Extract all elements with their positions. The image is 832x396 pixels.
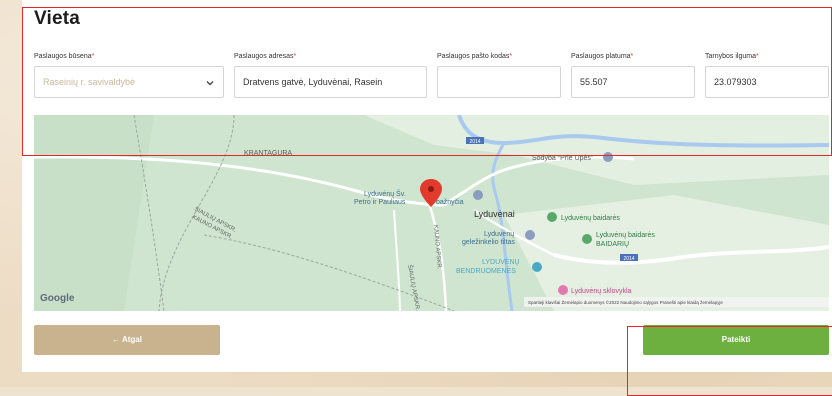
status-select[interactable]: Raseinių r. savivaldybė — [34, 66, 224, 98]
svg-text:Sodyba "Prie Upės": Sodyba "Prie Upės" — [532, 155, 594, 162]
svg-text:bažnyčia: bažnyčia — [436, 199, 464, 206]
svg-text:Lyduvėnų sklovykla: Lyduvėnų sklovykla — [571, 288, 632, 295]
map-footer-links: Spartieji klavišai Žemėlapio duomenys ©2… — [528, 298, 723, 305]
location-map[interactable]: 2014 2014 KRANTAGURA Lyduvėnų Šv. Petro … — [34, 115, 829, 311]
map-label-krantagura: KRANTAGURA — [244, 150, 292, 157]
svg-text:2014: 2014 — [469, 139, 480, 145]
postal-label: Paslaugos pašto kodas* — [437, 53, 513, 60]
address-label: Paslaugos adresas* — [234, 53, 297, 60]
postal-code-input[interactable] — [437, 66, 561, 98]
address-input[interactable]: Dratvens gatvė, Lyduvėnai, Rasein — [234, 66, 427, 98]
longitude-input[interactable]: 23.079303 — [705, 66, 829, 98]
address-input-value: Dratvens gatvė, Lyduvėnai, Rasein — [243, 77, 383, 87]
svg-text:Petro ir Pauliaus: Petro ir Pauliaus — [354, 199, 406, 206]
latitude-value: 55.507 — [580, 77, 608, 87]
longitude-value: 23.079303 — [714, 77, 757, 87]
status-label: Paslaugos būsena* — [34, 53, 95, 60]
submit-button[interactable]: Pateikti — [643, 325, 829, 355]
google-logo: Google — [40, 293, 75, 304]
longitude-label: Tarnybos ilguma* — [705, 53, 759, 60]
latitude-label: Paslaugos platuma* — [571, 53, 634, 60]
chevron-down-icon — [206, 81, 214, 86]
svg-text:BAIDARIŲ: BAIDARIŲ — [596, 241, 629, 248]
latitude-input[interactable]: 55.507 — [571, 66, 695, 98]
svg-text:Lyduvėnų baidarės: Lyduvėnų baidarės — [596, 232, 655, 239]
svg-text:Lyduvėnų: Lyduvėnų — [484, 231, 514, 238]
svg-text:2014: 2014 — [623, 256, 634, 262]
svg-text:BENDRUOMENĖS: BENDRUOMENĖS — [456, 266, 516, 275]
back-button[interactable]: ← Atgal — [34, 325, 220, 355]
svg-text:LYDUVĖNŲ: LYDUVĖNŲ — [482, 257, 520, 266]
svg-text:Lyduvėnų baidarės: Lyduvėnų baidarės — [561, 215, 620, 222]
svg-text:geležinkelio tiltas: geležinkelio tiltas — [462, 239, 515, 246]
map-label-church: Lyduvėnų Šv. — [364, 189, 406, 198]
status-select-value: Raseinių r. savivaldybė — [43, 77, 136, 87]
section-title: Vieta — [34, 8, 81, 29]
map-label-town: Lyduvėnai — [474, 209, 515, 219]
